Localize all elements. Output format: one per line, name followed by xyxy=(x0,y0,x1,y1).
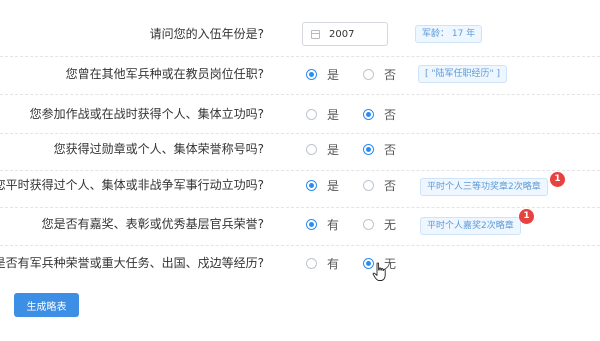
row-special-experience: 您是否有军兵种荣誉或重大任务、出国、戍边等经历? 有 无 xyxy=(0,244,600,282)
radio-other-branch-no[interactable]: 否 xyxy=(363,66,396,83)
row-other-branch: 您曾在其他军兵种或在教员岗位任职? 是 否 xyxy=(0,55,600,93)
radio-group-peacetime-merit-2: 否 xyxy=(363,166,396,204)
radio-group-other-branch-2: 否 xyxy=(363,55,396,93)
radio-peacetime-merit-yes[interactable]: 是 xyxy=(306,177,339,194)
radio-group-other-branch: 是 xyxy=(306,55,339,93)
peacetime-merit-tag: 平时个人三等功奖章2次略章 xyxy=(420,178,548,196)
radio-dot xyxy=(306,257,317,269)
generate-summary-button[interactable]: 生成略表 xyxy=(14,293,79,317)
radio-group-combat-merit: 是 xyxy=(306,95,339,133)
radio-group-medal-title: 是 xyxy=(306,130,339,168)
question-commendation: 您是否有嘉奖、表彰或优秀基层官兵荣誉? xyxy=(41,217,264,231)
radio-dot xyxy=(306,108,317,120)
question-combat-merit: 您参加作战或在战时获得个人、集体立功吗? xyxy=(29,107,264,121)
radio-dot xyxy=(306,218,317,230)
radio-label: 否 xyxy=(384,178,397,193)
hand-pointer-icon xyxy=(372,262,386,281)
radio-label: 无 xyxy=(384,217,397,232)
radio-combat-merit-yes[interactable]: 是 xyxy=(306,106,339,123)
radio-dot xyxy=(306,68,317,80)
radio-group-peacetime-merit: 是 xyxy=(306,166,339,204)
radio-label: 是 xyxy=(327,67,340,82)
row-medal-title: 您获得过勋章或个人、集体荣誉称号吗? 是 否 xyxy=(0,130,600,168)
radio-other-branch-yes[interactable]: 是 xyxy=(306,66,339,83)
enlist-year-value: 2007 xyxy=(329,28,355,40)
radio-combat-merit-no[interactable]: 否 xyxy=(363,106,396,123)
radio-label: 否 xyxy=(384,107,397,122)
enlist-year-input[interactable]: 2007 xyxy=(302,22,388,46)
service-age-tag: 军龄： 17 年 xyxy=(415,25,483,43)
radio-group-combat-merit-2: 否 xyxy=(363,95,396,133)
radio-dot xyxy=(306,143,317,155)
radio-medal-title-yes[interactable]: 是 xyxy=(306,141,339,158)
radio-commendation-no[interactable]: 无 xyxy=(363,216,396,233)
radio-label: 是 xyxy=(327,107,340,122)
peacetime-merit-badge: 1 xyxy=(550,172,565,187)
row-combat-merit: 您参加作战或在战时获得个人、集体立功吗? 是 否 xyxy=(0,95,600,133)
calendar-icon xyxy=(311,29,320,39)
radio-dot xyxy=(363,68,374,80)
radio-special-experience-yes[interactable]: 有 xyxy=(306,255,339,272)
radio-dot xyxy=(306,179,317,191)
radio-group-medal-title-2: 否 xyxy=(363,130,396,168)
commendation-badge: 1 xyxy=(519,209,534,224)
other-branch-tag: [ "陆军任职经历" ] xyxy=(418,65,508,83)
radio-dot xyxy=(363,218,374,230)
question-medal-title: 您获得过勋章或个人、集体荣誉称号吗? xyxy=(53,142,264,156)
radio-label: 否 xyxy=(384,67,397,82)
radio-group-special-experience: 有 xyxy=(306,244,339,282)
radio-commendation-yes[interactable]: 有 xyxy=(306,216,339,233)
question-peacetime-merit: 您平时获得过个人、集体或非战争军事行动立功吗? xyxy=(0,178,264,192)
radio-group-commendation-2: 无 xyxy=(363,205,396,243)
radio-group-commendation: 有 xyxy=(306,205,339,243)
commendation-tag: 平时个人嘉奖2次略章 xyxy=(420,217,521,235)
radio-dot xyxy=(363,143,374,155)
radio-peacetime-merit-no[interactable]: 否 xyxy=(363,177,396,194)
radio-label: 是 xyxy=(327,142,340,157)
question-enlist-year: 请问您的入伍年份是? xyxy=(149,27,264,41)
radio-dot xyxy=(363,108,374,120)
radio-label: 是 xyxy=(327,178,340,193)
radio-dot xyxy=(363,179,374,191)
radio-label: 有 xyxy=(327,256,340,271)
radio-medal-title-no[interactable]: 否 xyxy=(363,141,396,158)
radio-label: 否 xyxy=(384,142,397,157)
radio-label: 有 xyxy=(327,217,340,232)
question-other-branch: 您曾在其他军兵种或在教员岗位任职? xyxy=(65,67,264,81)
row-enlist-year: 请问您的入伍年份是? xyxy=(0,15,600,53)
question-special-experience: 您是否有军兵种荣誉或重大任务、出国、戍边等经历? xyxy=(0,256,264,270)
